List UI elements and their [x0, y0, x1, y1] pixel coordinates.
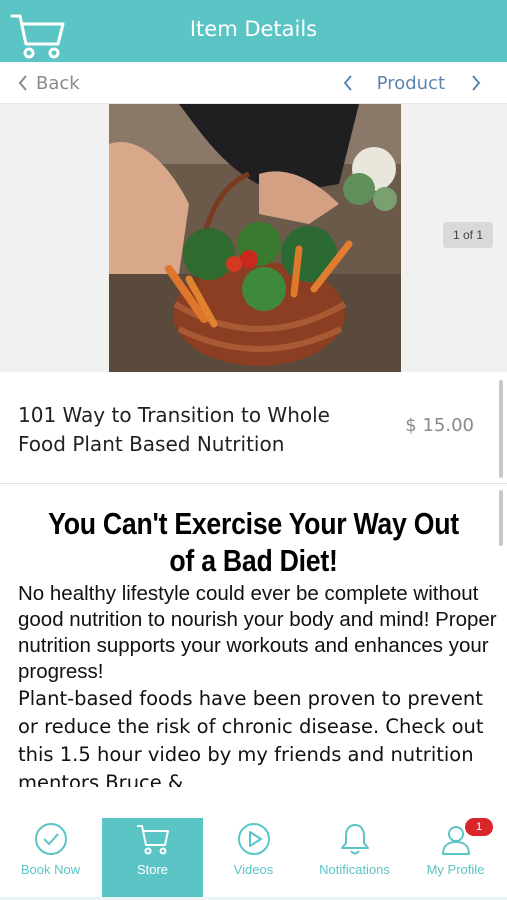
info-scrollbar[interactable] [499, 380, 503, 478]
previous-product-icon[interactable] [343, 75, 353, 91]
description-paragraph-2: Plant-based foods have been proven to pr… [18, 687, 484, 787]
tab-label: My Profile [426, 862, 485, 877]
page-title: Item Details [189, 17, 318, 41]
description-headline: You Can't Exercise Your Way Out of a Bad… [48, 506, 459, 578]
back-label: Back [36, 72, 80, 94]
product-name: 101 Way to Transition to Whole Food Plan… [18, 403, 330, 456]
cart-icon [137, 825, 169, 855]
tab-store[interactable]: Store [102, 818, 203, 900]
product-info: 101 Way to Transition to Whole Food Plan… [0, 372, 507, 484]
notification-badge: 1 [465, 818, 493, 836]
tab-book-now[interactable]: Book Now [0, 818, 101, 900]
app-header: Item Details [0, 0, 507, 62]
chevron-left-icon [18, 75, 27, 91]
product-price: $ 15.00 [405, 415, 474, 436]
product-image[interactable] [109, 104, 401, 372]
product-navigator: Product [343, 70, 481, 96]
back-button[interactable]: Back [18, 71, 80, 95]
product-label: Product [376, 72, 445, 94]
next-product-icon[interactable] [471, 75, 481, 91]
check-circle-icon [35, 823, 67, 855]
play-circle-icon [238, 823, 270, 855]
bell-icon [341, 824, 369, 855]
tab-label: Book Now [20, 862, 81, 877]
image-counter: 1 of 1 [443, 222, 493, 248]
tab-label: Videos [233, 862, 274, 877]
product-gallery: 1 of 1 [0, 104, 507, 372]
product-description: You Can't Exercise Your Way Out of a Bad… [0, 485, 507, 787]
sub-navigation: Back Product [0, 62, 507, 104]
tab-my-profile[interactable]: 1 My Profile [405, 818, 506, 900]
bottom-tab-bar: Book Now Store Videos Notifications 1 My… [0, 818, 507, 900]
tab-videos[interactable]: Videos [203, 818, 304, 900]
description-scrollbar[interactable] [499, 490, 503, 546]
tab-notifications[interactable]: Notifications [304, 818, 405, 900]
description-paragraph-1: No healthy lifestyle could ever be compl… [18, 582, 497, 683]
tab-label: Store [136, 862, 169, 877]
tab-label: Notifications [319, 862, 390, 877]
